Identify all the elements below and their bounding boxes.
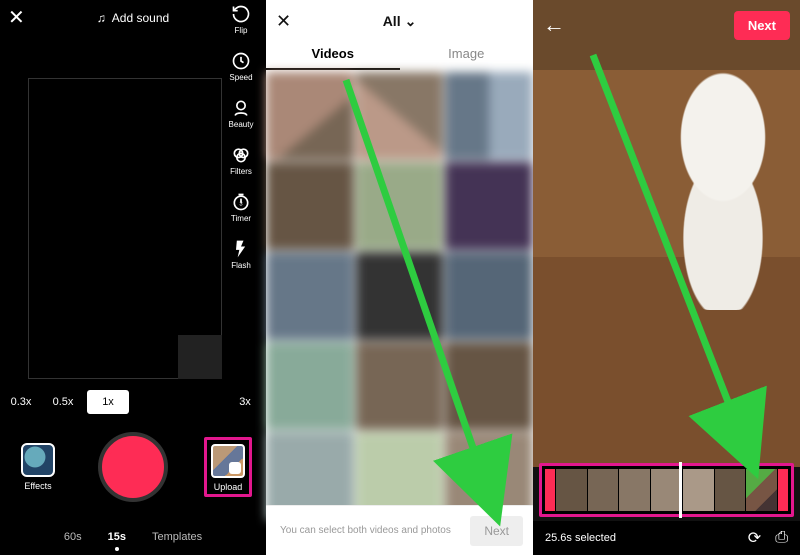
zoom-bar: 0.3x 0.5x 1x 3x [0,387,266,417]
timer-icon: 3 [231,192,251,212]
camera-viewport [28,78,222,379]
duration-templates[interactable]: Templates [152,531,202,543]
add-sound-label: Add sound [112,11,169,25]
media-thumbnail[interactable] [356,342,444,430]
media-thumbnail[interactable] [266,252,354,340]
rotate-icon[interactable]: ⎙ [775,529,788,547]
speed-label: Speed [229,73,252,82]
media-thumbnail[interactable] [445,162,533,250]
upload-icon [211,444,245,478]
speed-tool[interactable]: Speed [229,51,252,82]
filters-icon [231,145,251,165]
beauty-tool[interactable]: Beauty [229,98,254,129]
camera-screen: ✕ ♫ Add sound Flip Speed Beauty Filters … [0,0,266,555]
timeline-frame[interactable] [556,469,587,511]
media-thumbnail[interactable] [266,162,354,250]
media-grid [266,72,533,505]
video-preview [533,0,800,467]
close-icon[interactable]: ✕ [276,11,291,32]
speed-icon [231,51,251,71]
speed-icon[interactable]: ⟳ [748,528,761,548]
media-thumbnail[interactable] [266,342,354,430]
record-button[interactable] [102,436,164,498]
next-button[interactable]: Next [734,11,790,40]
beauty-label: Beauty [229,120,254,129]
effects-label: Effects [24,481,51,491]
camera-side-tools: Flip Speed Beauty Filters 3 Timer Flash [222,4,260,270]
trim-handle-left[interactable] [545,469,555,511]
media-thumbnail[interactable] [445,342,533,430]
flip-label: Flip [235,26,248,35]
zoom-0-3x[interactable]: 0.3x [0,390,42,414]
media-thumbnail[interactable] [356,72,444,160]
duration-bar: 60s 15s Templates [0,531,266,543]
flash-icon [231,239,251,259]
flip-icon [231,4,251,24]
tab-image[interactable]: Image [400,40,534,70]
media-thumbnail[interactable] [356,162,444,250]
duration-15s[interactable]: 15s [108,531,126,543]
flash-tool[interactable]: Flash [231,239,251,270]
timeline-frame[interactable] [619,469,650,511]
trim-bottom-bar: 25.6s selected ⟳ ⎙ [533,521,800,555]
upload-label: Upload [214,482,243,492]
timer-tool[interactable]: 3 Timer [231,192,251,223]
media-thumbnail[interactable] [266,72,354,160]
next-button[interactable]: Next [470,516,523,546]
back-icon[interactable]: ← [543,12,565,38]
media-thumbnail[interactable] [356,252,444,340]
effects-button[interactable]: Effects [14,443,62,491]
chevron-down-icon: ⌄ [405,13,417,30]
flash-label: Flash [231,261,251,270]
trim-timeline[interactable] [539,463,794,517]
media-thumbnail[interactable] [445,252,533,340]
album-dropdown-label: All [383,13,401,29]
svg-text:3: 3 [239,201,242,207]
album-dropdown[interactable]: All ⌄ [383,13,417,30]
playhead[interactable] [679,462,682,518]
flip-tool[interactable]: Flip [231,4,251,35]
filters-tool[interactable]: Filters [230,145,252,176]
viewport-corner [178,335,222,379]
gallery-picker-screen: ✕ All ⌄ Videos Image You can select both… [266,0,533,555]
upload-button[interactable]: Upload [204,437,252,497]
close-icon[interactable]: ✕ [8,8,28,28]
trim-handle-right[interactable] [778,469,788,511]
timeline-frame[interactable] [651,469,682,511]
zoom-0-5x[interactable]: 0.5x [42,390,84,414]
timeline-frame[interactable] [683,469,714,511]
music-note-icon: ♫ [97,11,106,25]
media-type-tabs: Videos Image [266,40,533,70]
zoom-1x[interactable]: 1x [87,390,129,414]
beauty-icon [231,98,251,118]
tab-videos[interactable]: Videos [266,40,400,70]
selected-duration: 25.6s selected [545,532,616,544]
timeline-frame[interactable] [746,469,777,511]
timer-label: Timer [231,214,251,223]
picker-bottom-bar: You can select both videos and photos Ne… [266,505,533,555]
effects-icon [21,443,55,477]
duration-60s[interactable]: 60s [64,531,82,543]
zoom-3x[interactable]: 3x [224,390,266,414]
picker-hint: You can select both videos and photos [280,525,451,536]
filters-label: Filters [230,167,252,176]
media-thumbnail[interactable] [445,72,533,160]
add-sound-button[interactable]: ♫ Add sound [97,11,169,25]
timeline-frame[interactable] [588,469,619,511]
preview-content [658,70,788,310]
timeline-frame[interactable] [715,469,746,511]
trim-screen: ← Next 25.6s selected ⟳ ⎙ [533,0,800,555]
